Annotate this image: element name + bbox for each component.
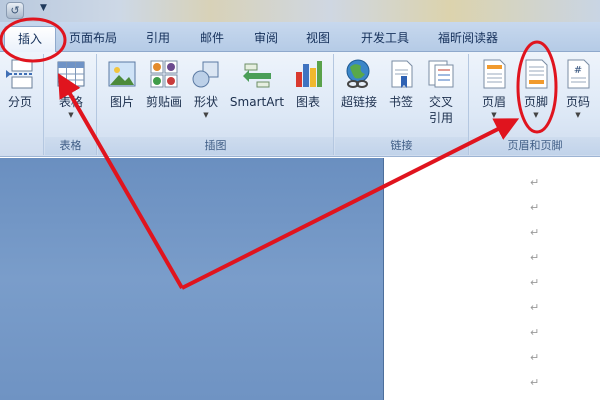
paragraph-mark: ↵ [530, 176, 540, 189]
group-links: 超链接 书签 交叉 引用 链接 [335, 54, 469, 155]
chevron-down-icon: ▼ [491, 111, 497, 119]
tab-review[interactable]: 审阅 [244, 26, 288, 52]
header-button[interactable]: 页眉 ▼ [476, 58, 512, 120]
tab-mailings[interactable]: 邮件 [190, 26, 234, 52]
hyperlink-icon [346, 59, 370, 88]
footer-icon [525, 59, 548, 89]
clipart-icon [150, 60, 178, 88]
tab-foxit-reader[interactable]: 福昕阅读器 [428, 26, 508, 52]
undo-icon[interactable]: ↺ [6, 2, 24, 19]
clipart-label: 剪贴画 [145, 95, 182, 109]
chart-button[interactable]: 图表 [288, 58, 328, 110]
table-icon [57, 61, 85, 87]
picture-icon [108, 61, 136, 87]
chart-label: 图表 [295, 95, 320, 109]
group-pages: 分页 [0, 54, 44, 155]
page-break-button[interactable]: 分页 [2, 58, 38, 110]
page-number-label: 页码 [565, 95, 590, 109]
quick-access-bar: ↺ ▼ [0, 0, 600, 22]
chevron-down-icon: ▼ [533, 111, 539, 119]
cross-reference-button[interactable]: 交叉 引用 [421, 58, 461, 126]
table-label: 表格 [58, 95, 83, 109]
hyperlink-label: 超链接 [340, 95, 377, 109]
paragraph-mark: ↵ [530, 251, 540, 264]
smartart-button[interactable]: SmartArt [228, 58, 286, 110]
paragraph-mark: ↵ [530, 376, 540, 389]
chevron-down-icon: ▼ [575, 111, 581, 119]
picture-button[interactable]: 图片 [104, 58, 140, 110]
smartart-label: SmartArt [229, 95, 285, 109]
document-page[interactable]: ↵ ↵ ↵ ↵ ↵ ↵ ↵ ↵ ↵ [383, 158, 600, 400]
tab-page-layout[interactable]: 页面布局 [60, 26, 126, 52]
shapes-label: 形状 [193, 95, 218, 109]
ribbon: 分页 表格 ▼ 表格 图片 剪贴画 形状 ▼ SmartArt 图表 插图 超链… [0, 52, 600, 157]
group-illustrations: 图片 剪贴画 形状 ▼ SmartArt 图表 插图 [98, 54, 334, 155]
shapes-button[interactable]: 形状 ▼ [188, 58, 224, 120]
page-number-icon: # [567, 59, 590, 89]
footer-label: 页脚 [523, 95, 548, 109]
paragraph-mark: ↵ [530, 326, 540, 339]
smartart-icon [243, 63, 271, 88]
chevron-down-icon: ▼ [68, 111, 74, 119]
paragraph-mark: ↵ [530, 301, 540, 314]
group-table: 表格 ▼ 表格 [45, 54, 97, 155]
tab-developer[interactable]: 开发工具 [352, 26, 418, 52]
group-label-illustrations: 插图 [98, 137, 333, 155]
page-break-label: 分页 [7, 95, 32, 109]
page-break-icon [6, 59, 34, 89]
ribbon-tabs: 插入 页面布局 引用 邮件 审阅 视图 开发工具 福昕阅读器 [0, 22, 600, 52]
cross-reference-label: 交叉 引用 [428, 95, 453, 125]
tab-view[interactable]: 视图 [296, 26, 340, 52]
tab-references[interactable]: 引用 [136, 26, 180, 52]
dropdown-arrow-icon[interactable]: ▼ [40, 3, 47, 13]
paragraph-mark: ↵ [530, 226, 540, 239]
group-label-table: 表格 [45, 137, 96, 155]
header-label: 页眉 [481, 95, 506, 109]
footer-button[interactable]: 页脚 ▼ [518, 58, 554, 120]
bookmark-label: 书签 [388, 95, 413, 109]
paragraph-mark: ↵ [530, 201, 540, 214]
group-label-links: 链接 [335, 137, 468, 155]
group-header-footer: 页眉 ▼ 页脚 ▼ # 页码 ▼ 页眉和页脚 [470, 54, 600, 155]
group-label-header-footer: 页眉和页脚 [470, 137, 600, 155]
tab-insert[interactable]: 插入 [4, 26, 56, 52]
document-workspace [0, 158, 383, 400]
shapes-icon [192, 61, 219, 88]
paragraph-mark: ↵ [530, 276, 540, 289]
paragraph-mark: ↵ [530, 351, 540, 364]
bookmark-button[interactable]: 书签 [383, 58, 419, 110]
table-button[interactable]: 表格 ▼ [53, 58, 89, 120]
picture-label: 图片 [109, 95, 134, 109]
bookmark-icon [391, 60, 413, 88]
clipart-button[interactable]: 剪贴画 [144, 58, 184, 110]
cross-reference-icon [428, 60, 454, 88]
chevron-down-icon: ▼ [203, 111, 209, 119]
header-icon [483, 59, 506, 89]
svg-text:#: # [574, 65, 582, 76]
hyperlink-button[interactable]: 超链接 [337, 58, 381, 110]
page-number-button[interactable]: # 页码 ▼ [560, 58, 596, 120]
chart-icon [296, 61, 322, 87]
